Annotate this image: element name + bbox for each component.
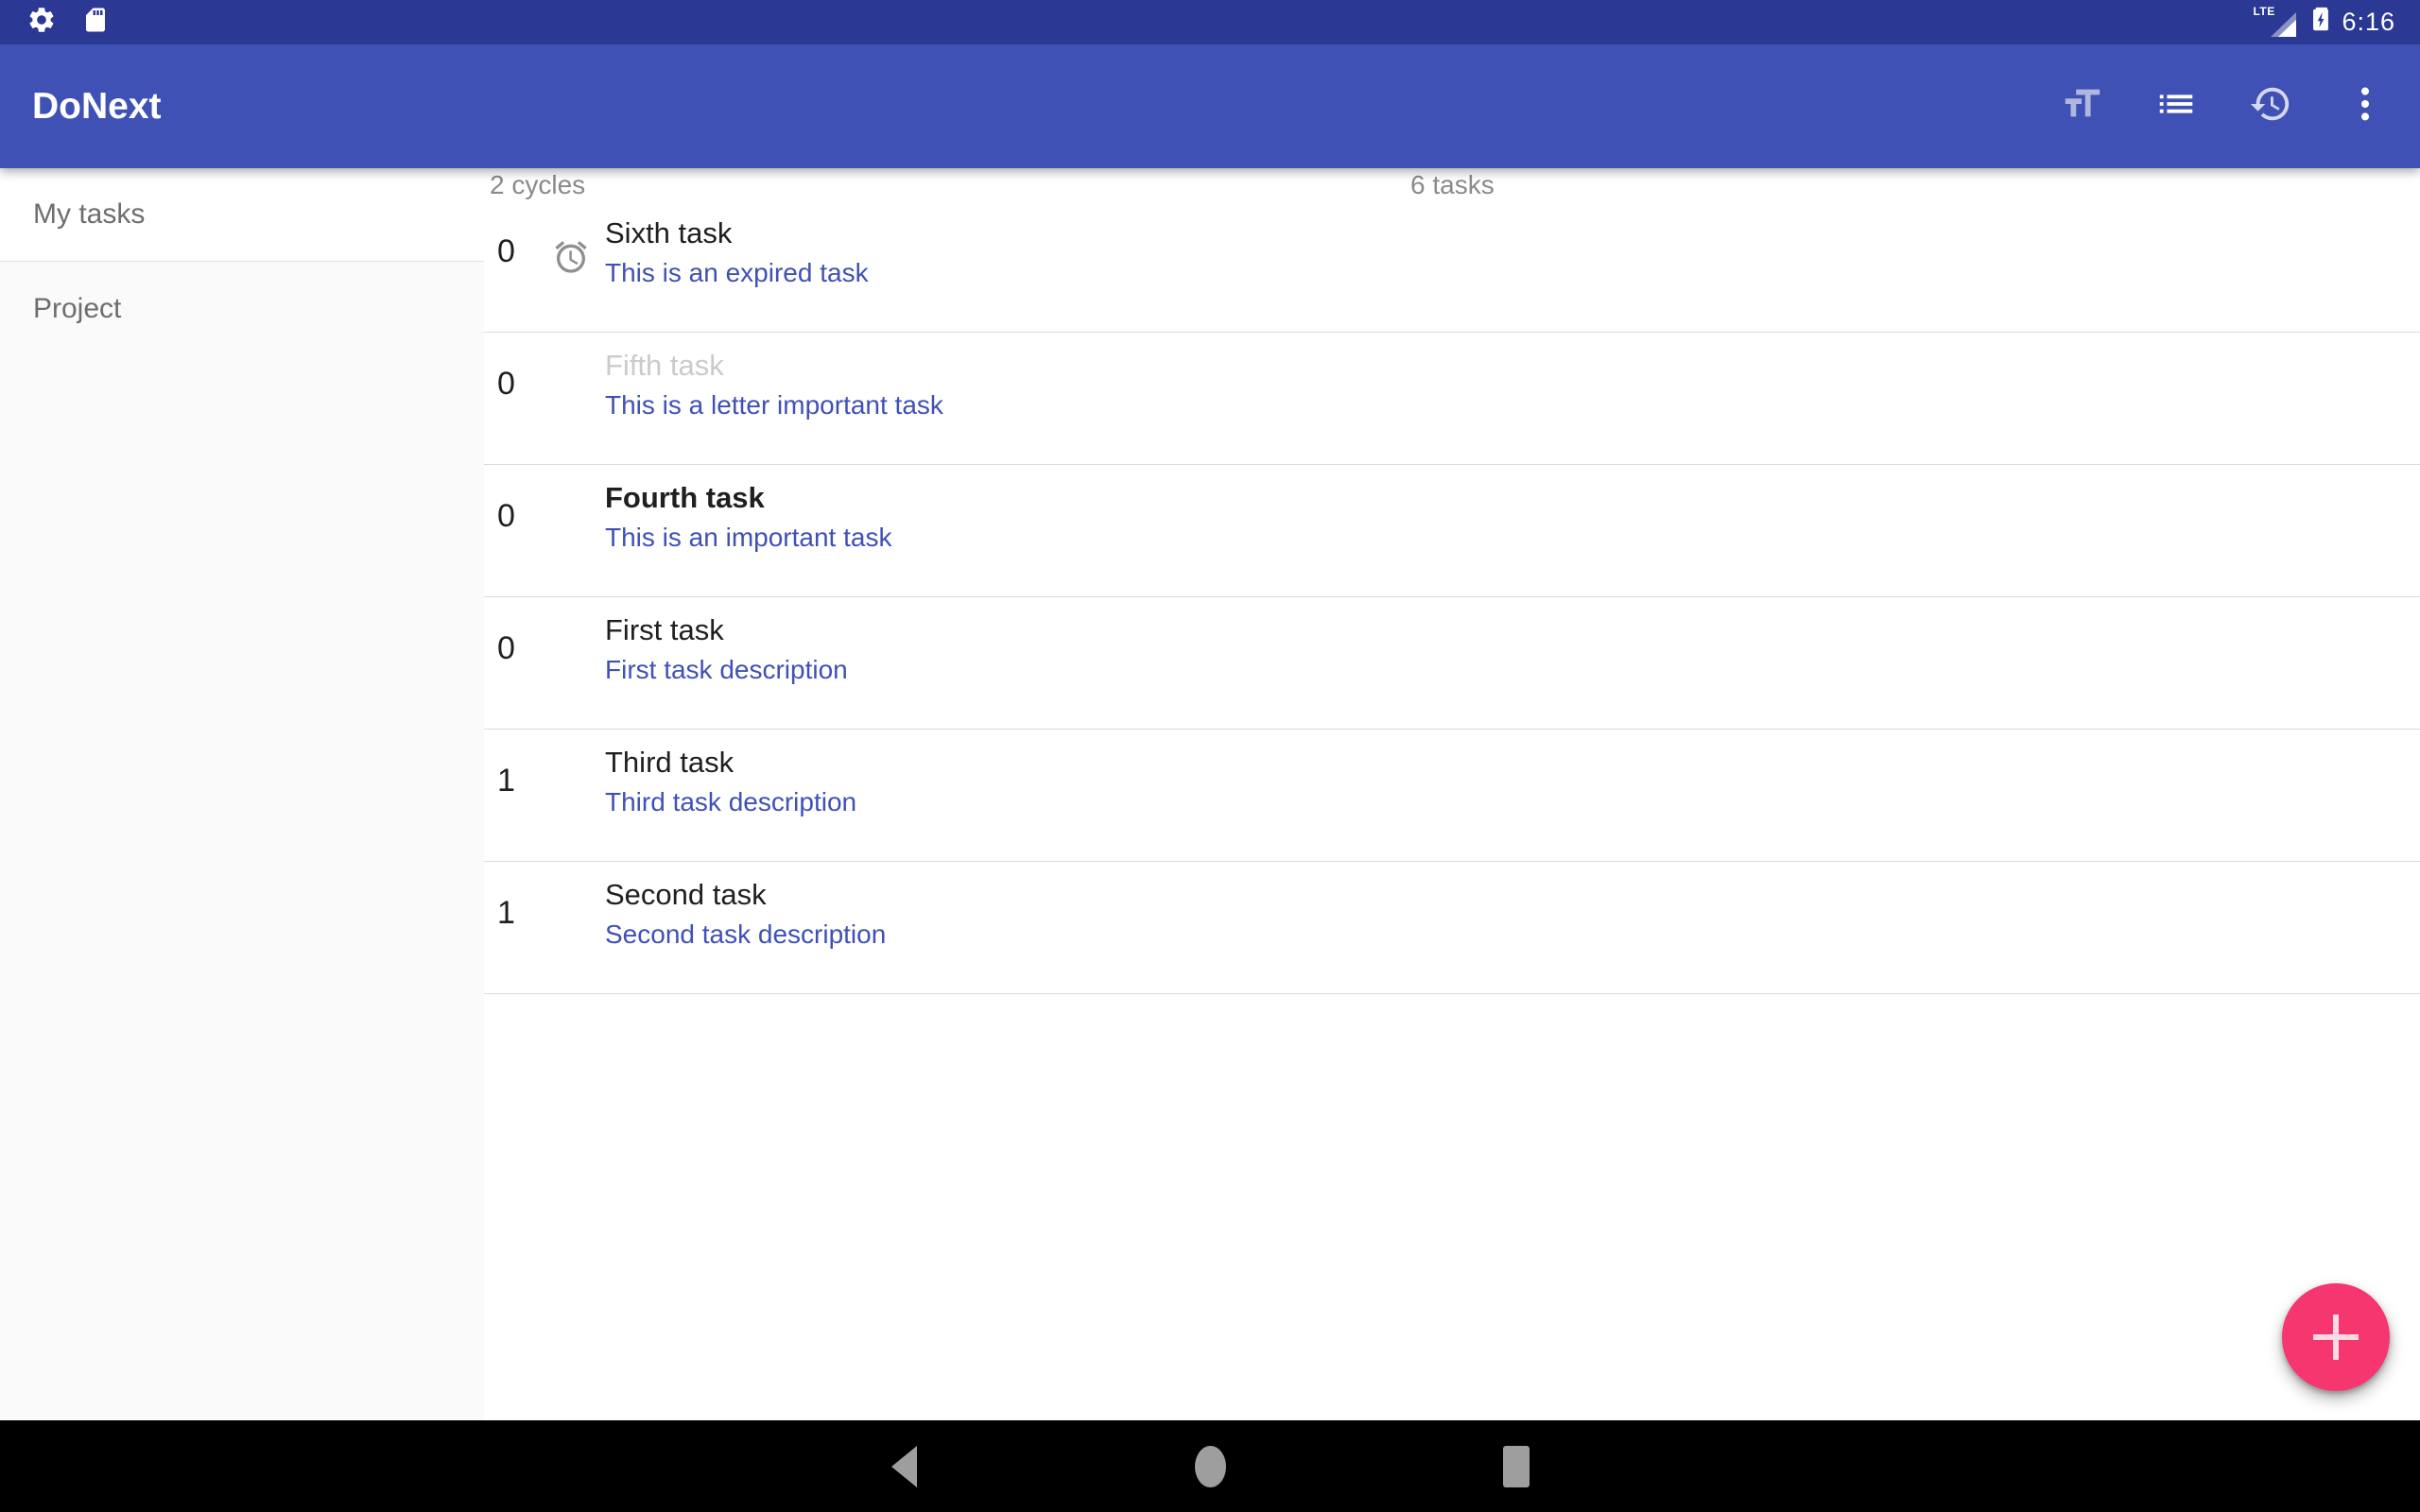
task-title: First task	[605, 610, 848, 650]
task-title: Fifth task	[605, 346, 943, 386]
sidebar-item-project[interactable]: Project	[0, 262, 484, 355]
add-task-fab[interactable]	[2282, 1283, 2390, 1391]
plus-icon	[2313, 1314, 2359, 1360]
sidebar-item-label: My tasks	[33, 198, 145, 231]
task-description: This is an expired task	[605, 253, 869, 293]
recents-icon	[1503, 1446, 1530, 1487]
signal-icon: LTE	[2253, 7, 2296, 39]
task-row[interactable]: 0 Sixth task This is an expired task	[484, 200, 2420, 333]
home-button[interactable]	[1153, 1420, 1267, 1512]
task-row[interactable]: 0 First task First task description	[484, 597, 2420, 730]
task-list-panel: 2 cycles 6 tasks 0 Sixth task This is an…	[484, 168, 2420, 1420]
list-view-button[interactable]	[2153, 84, 2199, 129]
task-description: This is an important task	[605, 518, 891, 558]
alarm-icon	[552, 238, 590, 276]
task-description: This is a letter important task	[605, 386, 943, 425]
sidebar: My tasks Project	[0, 168, 484, 1420]
sd-card-icon	[81, 6, 110, 39]
list-icon	[2154, 82, 2198, 130]
format-size-icon	[2060, 82, 2103, 130]
task-cycle-count: 1	[497, 760, 535, 801]
task-title: Second task	[605, 875, 886, 915]
history-button[interactable]	[2248, 84, 2293, 129]
format-size-button[interactable]	[2059, 84, 2104, 129]
recents-button[interactable]	[1460, 1420, 1573, 1512]
task-cycle-count: 0	[497, 627, 535, 669]
back-icon	[891, 1446, 917, 1487]
sidebar-item-label: Project	[33, 293, 121, 325]
history-icon	[2249, 82, 2292, 130]
sidebar-item-my-tasks[interactable]: My tasks	[0, 168, 484, 262]
status-bar: LTE 6:16	[0, 0, 2420, 44]
task-row[interactable]: 1 Second task Second task description	[484, 862, 2420, 994]
task-cycle-count: 0	[497, 363, 535, 404]
task-title: Fourth task	[605, 478, 891, 518]
task-row[interactable]: 1 Third task Third task description	[484, 730, 2420, 862]
task-description: First task description	[605, 650, 848, 690]
nav-bar	[0, 1420, 2420, 1512]
back-button[interactable]	[847, 1420, 960, 1512]
task-cycle-count: 0	[497, 231, 535, 272]
task-title: Sixth task	[605, 214, 869, 253]
list-header: 2 cycles 6 tasks	[484, 168, 2420, 200]
task-row[interactable]: 0 Fourth task This is an important task	[484, 465, 2420, 597]
page-title: DoNext	[32, 44, 162, 168]
task-row[interactable]: 0 Fifth task This is a letter important …	[484, 333, 2420, 465]
cycles-count-label: 2 cycles	[490, 170, 585, 200]
tasks-count-label: 6 tasks	[1410, 170, 1495, 200]
battery-charging-icon	[2309, 3, 2328, 42]
task-description: Second task description	[605, 915, 886, 954]
settings-icon	[26, 5, 57, 40]
task-cycle-count: 1	[497, 892, 535, 934]
overflow-menu-button[interactable]	[2342, 84, 2388, 129]
home-icon	[1195, 1446, 1226, 1487]
task-title: Third task	[605, 743, 856, 782]
overflow-menu-icon	[2343, 82, 2387, 130]
clock: 6:16	[2342, 8, 2395, 37]
task-description: Third task description	[605, 782, 856, 822]
app-bar: DoNext	[0, 44, 2420, 168]
task-cycle-count: 0	[497, 495, 535, 537]
